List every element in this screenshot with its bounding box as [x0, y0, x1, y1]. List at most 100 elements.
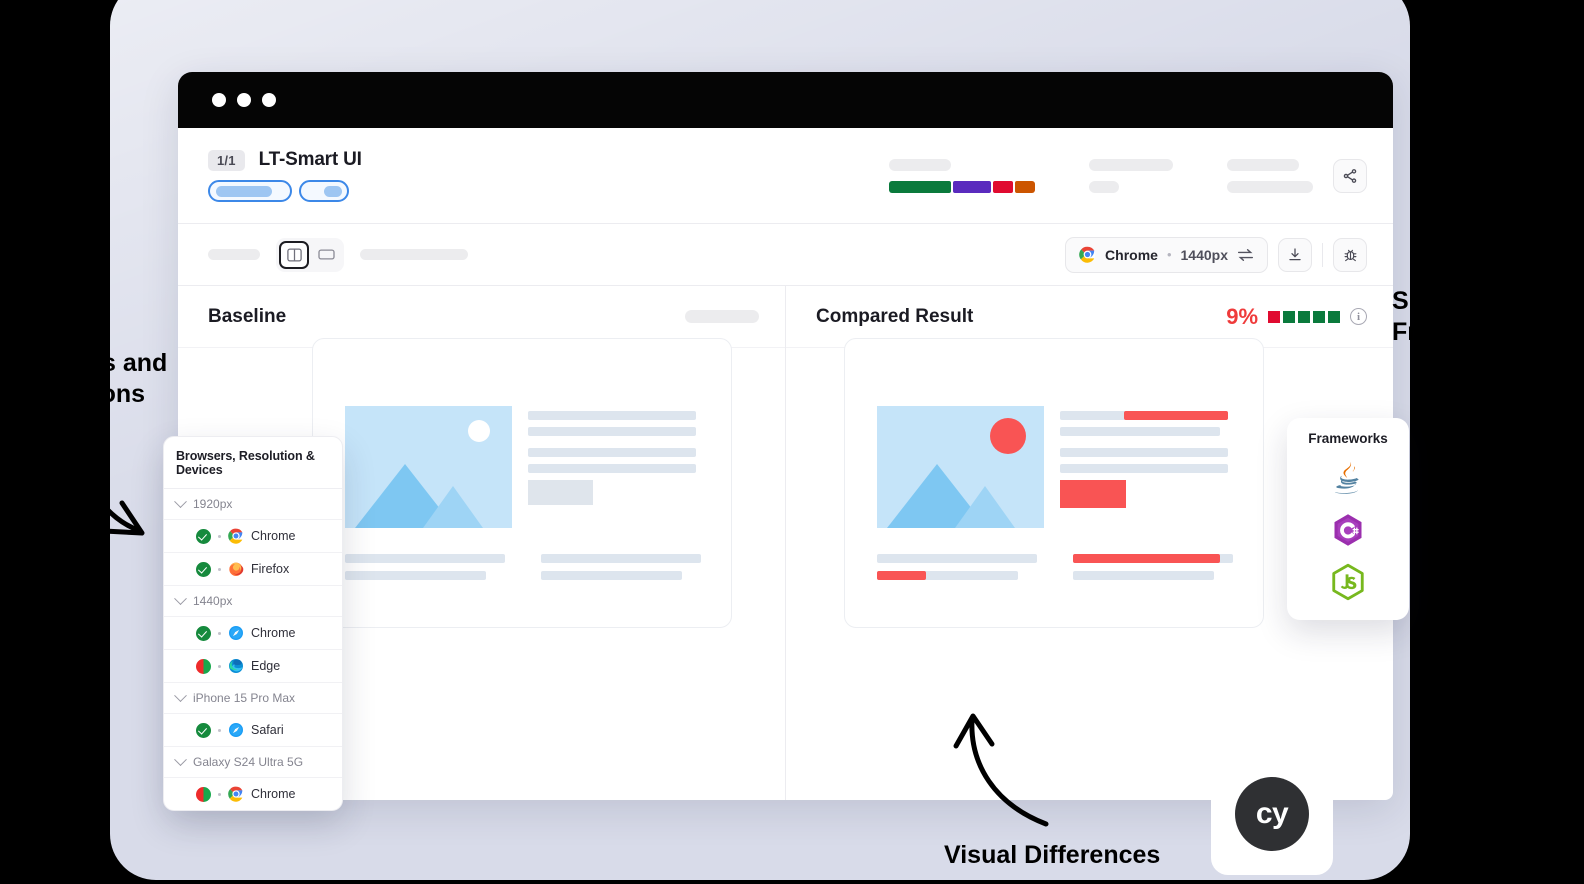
diff-summary: 9% i: [1226, 304, 1367, 330]
browser-name: Chrome: [1105, 246, 1158, 263]
browsers-popover: Browsers, Resolution & Devices 1920px Ch…: [163, 436, 343, 811]
status-ok-icon: [196, 561, 211, 577]
window-dot-maximize[interactable]: [262, 93, 276, 107]
safari-icon: [229, 723, 243, 737]
skeleton-line: [685, 310, 759, 323]
group-label: 1920px: [193, 497, 233, 511]
diff-block-failed: [1268, 310, 1280, 323]
status-ok-icon: [196, 528, 211, 544]
baseline-screenshot[interactable]: [312, 338, 732, 628]
page-root: 1/1 LT-Smart UI Chrome • 1440px Baseline…: [0, 0, 1584, 884]
sun-shape: [468, 420, 490, 442]
info-icon[interactable]: i: [1350, 308, 1367, 325]
browser-label: Chrome: [251, 787, 296, 801]
annotation-line-1: Supported: [1392, 287, 1517, 315]
browser-label: Safari: [251, 723, 284, 737]
download-icon: [1289, 247, 1301, 260]
annotation-supported-frameworks: Supported Frameworks: [1392, 286, 1584, 347]
split-view-icon: [286, 248, 302, 261]
browser-row-edge-1440[interactable]: Edge: [164, 650, 342, 683]
mountain-shape-secondary: [955, 486, 1015, 528]
header-left: 1/1 LT-Smart UI: [194, 149, 362, 202]
mock-line: [1060, 448, 1228, 457]
diff-percent: 9%: [1226, 303, 1258, 329]
framework-item-javascript[interactable]: [1328, 562, 1368, 602]
mock-line: [1073, 571, 1214, 580]
skeleton-line: [208, 249, 260, 260]
chip-separator: •: [1166, 247, 1172, 262]
browser-row-firefox-1920[interactable]: Firefox: [164, 553, 342, 586]
row-separator-dot: [218, 728, 221, 732]
window-dot-minimize[interactable]: [237, 93, 251, 107]
toolbar-divider: [1322, 242, 1323, 267]
window-dot-close[interactable]: [212, 93, 226, 107]
mock-line: [528, 464, 696, 473]
segment-changed: [953, 180, 991, 193]
cypress-badge: cy: [1211, 753, 1333, 875]
segment-failed: [993, 180, 1013, 193]
chrome-icon: [1079, 246, 1096, 263]
toggle-secondary[interactable]: [299, 180, 349, 202]
mock-line: [345, 554, 505, 563]
mock-footer-col: [877, 554, 1037, 588]
mock-line: [1073, 554, 1233, 563]
mock-footer-col: [541, 554, 701, 588]
skeleton-line: [1227, 180, 1313, 193]
group-label: 1440px: [193, 594, 233, 608]
download-button[interactable]: [1278, 237, 1312, 272]
row-separator-dot: [218, 664, 221, 668]
compared-title: Compared Result: [816, 305, 974, 327]
app-header: 1/1 LT-Smart UI: [178, 128, 1393, 224]
swap-arrows-icon[interactable]: [1237, 248, 1254, 262]
diff-block-passed: [1328, 310, 1340, 323]
title-row: 1/1 LT-Smart UI: [208, 149, 362, 171]
share-icon: [1343, 168, 1357, 183]
diff-highlight: [1073, 554, 1221, 563]
view-split-button[interactable]: [279, 240, 309, 269]
status-partial-icon: [196, 786, 211, 802]
toggle-primary[interactable]: [208, 180, 292, 202]
annotation-line-1: Browsers and: [2, 349, 168, 377]
browser-row-chrome-1920[interactable]: Chrome: [164, 520, 342, 553]
chrome-icon: [228, 786, 244, 802]
toolbar-right: Chrome • 1440px: [1065, 236, 1367, 273]
popover-title: Browsers, Resolution & Devices: [164, 437, 342, 489]
compare-panes: Baseline Compared Result 9% i: [178, 286, 1393, 800]
mock-hero-image: [345, 406, 512, 528]
share-button[interactable]: [1333, 158, 1367, 193]
browser-row-chrome-1440[interactable]: Chrome: [164, 617, 342, 650]
view-single-button[interactable]: [311, 241, 341, 269]
group-1920px[interactable]: 1920px: [164, 489, 342, 520]
chevron-down-icon: [174, 494, 187, 508]
framework-item-csharp[interactable]: [1328, 510, 1368, 550]
framework-item-java[interactable]: [1328, 458, 1368, 498]
app-toolbar: Chrome • 1440px: [178, 224, 1393, 286]
browser-selector-chip[interactable]: Chrome • 1440px: [1065, 236, 1268, 273]
chrome-icon: [228, 528, 244, 544]
window-titlebar: [178, 72, 1393, 128]
mock-line: [1060, 411, 1228, 420]
frameworks-title: Frameworks: [1308, 431, 1388, 446]
segment-passed: [889, 180, 951, 193]
toggle-primary-knob: [216, 185, 272, 197]
group-iphone-15-pro-max[interactable]: iPhone 15 Pro Max: [164, 683, 342, 714]
mock-line: [1060, 427, 1220, 436]
nodejs-icon: [1332, 563, 1364, 601]
diff-block-passed: [1298, 310, 1310, 323]
skeleton-line: [1089, 180, 1119, 193]
single-view-icon: [317, 249, 335, 260]
java-icon: [1334, 462, 1359, 494]
group-1440px[interactable]: 1440px: [164, 586, 342, 617]
status-ok-icon: [196, 625, 211, 641]
meta-col-info: [1089, 158, 1173, 193]
baseline-title: Baseline: [208, 305, 287, 327]
resolution-label: 1440px: [1180, 246, 1228, 263]
segment-other: [1015, 180, 1035, 193]
compared-screenshot[interactable]: [844, 338, 1264, 628]
mock-footer-col: [345, 554, 505, 588]
mock-line: [877, 571, 1018, 580]
browser-row-chrome-galaxy[interactable]: Chrome: [164, 778, 342, 810]
browser-row-safari-iphone[interactable]: Safari: [164, 714, 342, 747]
report-bug-button[interactable]: [1333, 237, 1367, 272]
group-galaxy-s24-ultra-5g[interactable]: Galaxy S24 Ultra 5G: [164, 747, 342, 778]
